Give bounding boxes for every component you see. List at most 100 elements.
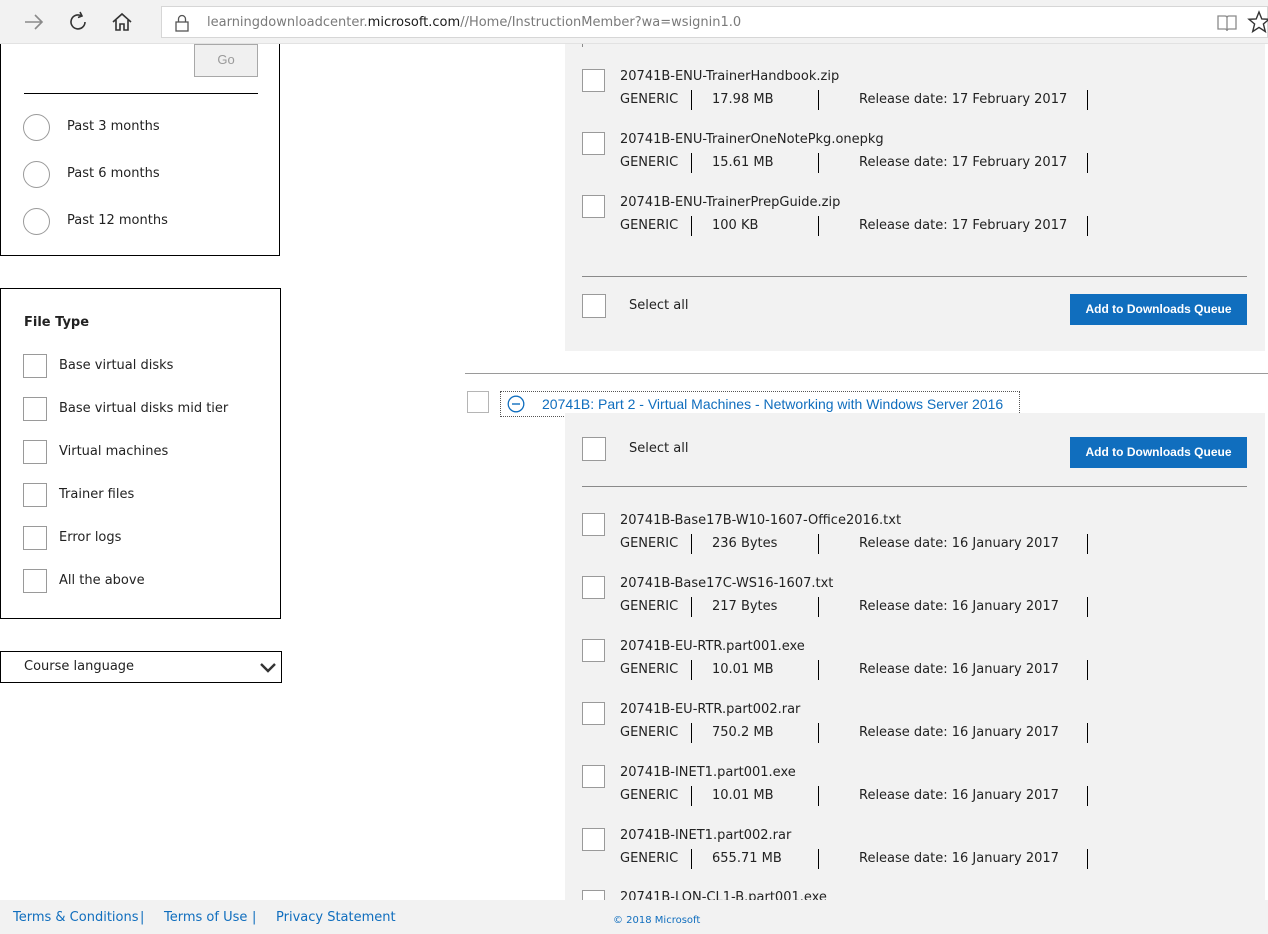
file-row: 20741B-INET1.part002.rar GENERIC 655.71 …	[582, 828, 1102, 878]
browser-toolbar: learningdownloadcenter.microsoft.com//Ho…	[0, 0, 1268, 44]
section2-title[interactable]: 20741B: Part 2 - Virtual Machines - Netw…	[542, 396, 1003, 412]
release-date: Release date: 16 January 2017	[859, 725, 1059, 740]
checkbox-label: Virtual machines	[59, 444, 169, 459]
checkbox[interactable]	[23, 526, 47, 550]
checkbox-label: All the above	[59, 573, 145, 588]
file-size: 100 KB	[712, 218, 759, 233]
file-checkbox[interactable]	[582, 765, 605, 788]
separator	[818, 90, 819, 110]
file-checkbox[interactable]	[582, 576, 605, 599]
radio-circle[interactable]	[23, 161, 50, 188]
file-checkbox[interactable]	[582, 639, 605, 662]
file-row: 20741B-EU-RTR.part002.rar GENERIC 750.2 …	[582, 702, 1102, 752]
release-date: Release date: 17 February 2017	[859, 218, 1068, 233]
file-type: GENERIC	[620, 92, 679, 107]
footer-separator: |	[252, 910, 257, 925]
course-language-label: Course language	[24, 659, 135, 674]
file-checkbox[interactable]	[582, 890, 605, 900]
course-language-select[interactable]: Course language	[0, 651, 282, 683]
file-size: 217 Bytes	[712, 599, 778, 614]
release-date: Release date: 17 February 2017	[859, 92, 1068, 107]
collapse-minus-icon[interactable]	[507, 395, 525, 413]
file-checkbox[interactable]	[582, 702, 605, 725]
separator	[1087, 597, 1088, 617]
separator	[1087, 723, 1088, 743]
add-to-downloads-queue-button[interactable]: Add to Downloads Queue	[1070, 294, 1247, 325]
checkbox[interactable]	[23, 354, 47, 378]
file-name: 20741B-ENU-TrainerOneNotePkg.onepkg	[620, 132, 884, 147]
file-checkbox[interactable]	[582, 195, 605, 218]
checkbox[interactable]	[23, 397, 47, 421]
file-row: 20741B-Base17B-W10-1607-Office2016.txt G…	[582, 513, 1102, 563]
file-name: 20741B-ENU-TrainerPrepGuide.zip	[620, 195, 841, 210]
separator	[818, 534, 819, 554]
checkbox[interactable]	[23, 569, 47, 593]
add-to-downloads-queue-button[interactable]: Add to Downloads Queue	[1070, 437, 1247, 468]
forward-icon[interactable]	[22, 10, 46, 34]
file-name: 20741B-EU-RTR.part002.rar	[620, 702, 801, 717]
separator	[1087, 216, 1088, 236]
go-button[interactable]: Go	[194, 44, 258, 77]
file-row: 20741B-ENU-TrainerOneNotePkg.onepkg GENE…	[582, 132, 1102, 182]
divider	[24, 93, 258, 94]
file-name: 20741B-ENU-TrainerHandbook.zip	[620, 69, 840, 84]
radio-circle[interactable]	[23, 208, 50, 235]
separator	[818, 216, 819, 236]
address-bar[interactable]: learningdownloadcenter.microsoft.com//Ho…	[161, 6, 1268, 38]
refresh-icon[interactable]	[66, 10, 90, 34]
file-type: GENERIC	[620, 725, 679, 740]
select-all-checkbox[interactable]	[582, 437, 606, 461]
terms-conditions-link[interactable]: Terms & Conditions	[13, 910, 139, 925]
section2-checkbox[interactable]	[467, 391, 489, 413]
file-checkbox[interactable]	[582, 513, 605, 536]
separator	[818, 153, 819, 173]
separator	[691, 723, 692, 743]
select-all-checkbox[interactable]	[582, 294, 606, 318]
home-icon[interactable]	[110, 10, 134, 34]
file-type: GENERIC	[620, 599, 679, 614]
radio-label: Past 12 months	[67, 213, 168, 228]
file-checkbox[interactable]	[582, 828, 605, 851]
checkbox[interactable]	[23, 440, 47, 464]
separator	[691, 90, 692, 110]
separator	[818, 849, 819, 869]
file-size: 10.01 MB	[712, 788, 774, 803]
file-type-title: File Type	[24, 315, 90, 330]
file-checkbox[interactable]	[582, 132, 605, 155]
address-url: learningdownloadcenter.microsoft.com//Ho…	[207, 15, 742, 30]
select-all-label: Select all	[629, 298, 689, 313]
file-row: 20741B-INET1.part001.exe GENERIC 10.01 M…	[582, 765, 1102, 815]
footer: Terms & Conditions | Terms of Use | Priv…	[0, 900, 1268, 934]
section-divider	[465, 373, 1268, 374]
reading-view-icon[interactable]	[1216, 13, 1238, 33]
file-size: 236 Bytes	[712, 536, 778, 551]
checkbox[interactable]	[23, 483, 47, 507]
copyright: © 2018 Microsoft	[613, 915, 701, 926]
release-date: Release date: 16 January 2017	[859, 536, 1059, 551]
separator	[818, 660, 819, 680]
checkbox-label: Base virtual disks mid tier	[59, 401, 229, 416]
file-type: GENERIC	[620, 662, 679, 677]
file-size: 17.98 MB	[712, 92, 774, 107]
file-row: 20741B-EU-RTR.part001.exe GENERIC 10.01 …	[582, 639, 1102, 689]
file-name: 20741B-INET1.part002.rar	[620, 828, 792, 843]
separator	[1087, 849, 1088, 869]
file-name: 20741B-INET1.part001.exe	[620, 765, 796, 780]
file-size: 15.61 MB	[712, 155, 774, 170]
file-type: GENERIC	[620, 218, 679, 233]
file-row: 20741B-Base17C-WS16-1607.txt GENERIC 217…	[582, 576, 1102, 626]
release-date: Release date: 16 January 2017	[859, 788, 1059, 803]
file-checkbox[interactable]	[582, 69, 605, 92]
terms-of-use-link[interactable]: Terms of Use	[164, 910, 247, 925]
favorite-star-icon[interactable]	[1247, 10, 1268, 34]
file-row: 20741B-ENU-TrainerHandbook.zip GENERIC 1…	[582, 69, 1102, 119]
privacy-statement-link[interactable]: Privacy Statement	[276, 910, 396, 925]
file-name: 20741B-EU-RTR.part001.exe	[620, 639, 805, 654]
radio-circle[interactable]	[23, 114, 50, 141]
scroll-cut-separator	[582, 44, 583, 47]
separator	[1087, 660, 1088, 680]
file-name: 20741B-Base17B-W10-1607-Office2016.txt	[620, 513, 902, 528]
divider	[582, 486, 1247, 487]
chevron-down-icon	[259, 660, 277, 674]
file-row: 20741B-ENU-TrainerPrepGuide.zip GENERIC …	[582, 195, 1102, 245]
